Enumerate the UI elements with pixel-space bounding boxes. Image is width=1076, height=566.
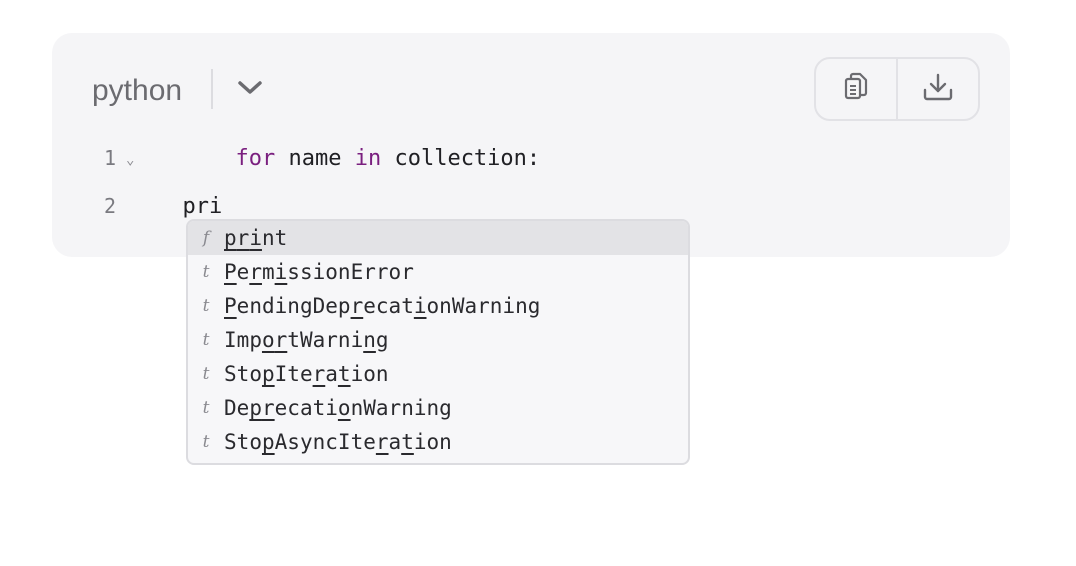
type-kind-icon: t [202, 296, 210, 316]
type-kind-icon: t [202, 398, 210, 418]
suggestion-label: ImportWarning [224, 328, 389, 352]
suggestion-item[interactable]: t PermissionError [188, 255, 688, 289]
autocomplete-popup: f print t PermissionError t PendingDeprecatio… [186, 219, 690, 465]
chevron-down-icon [237, 80, 263, 100]
code-actions [814, 57, 980, 121]
code-text: pri [156, 193, 223, 219]
code-token: name [275, 145, 355, 171]
suggestion-item[interactable]: t StopAsyncIteration [188, 425, 688, 459]
suggestion-item[interactable]: t DeprecationWarning [188, 391, 688, 425]
divider [211, 69, 213, 109]
suggestion-item[interactable]: t PendingDeprecationWarning [188, 289, 688, 323]
suggestion-label: StopAsyncIteration [224, 430, 452, 454]
suggestion-label: PermissionError [224, 260, 414, 284]
function-kind-icon: f [202, 228, 210, 248]
suggestion-item[interactable]: t ImportWarning [188, 323, 688, 357]
keyword-for: for [235, 145, 276, 171]
suggestion-item[interactable]: t StopIteration [188, 357, 688, 391]
type-kind-icon: t [202, 432, 210, 452]
download-button[interactable] [896, 59, 978, 119]
download-icon [922, 72, 954, 106]
line-number: 1 [103, 146, 116, 170]
suggestion-label: print [224, 226, 288, 250]
language-label: python [92, 74, 183, 107]
suggestion-item[interactable]: f print [188, 221, 688, 255]
suggestion-label: DeprecationWarning [224, 396, 452, 420]
copy-icon [843, 72, 869, 106]
code-token: collection: [381, 145, 541, 171]
line-number: 2 [103, 194, 116, 218]
code-line-1[interactable]: 1 ⌄ for name in collection: [52, 140, 1010, 176]
suggestion-label: StopIteration [224, 362, 389, 386]
type-kind-icon: t [202, 262, 210, 282]
keyword-in: in [354, 145, 382, 171]
language-dropdown-button[interactable] [230, 73, 270, 107]
fold-chevron-icon[interactable]: ⌄ [126, 152, 134, 168]
type-kind-icon: t [202, 330, 210, 350]
type-kind-icon: t [202, 364, 210, 384]
code-text: for name in collection: [156, 121, 540, 196]
copy-button[interactable] [816, 59, 896, 119]
suggestion-label: PendingDeprecationWarning [224, 294, 541, 318]
